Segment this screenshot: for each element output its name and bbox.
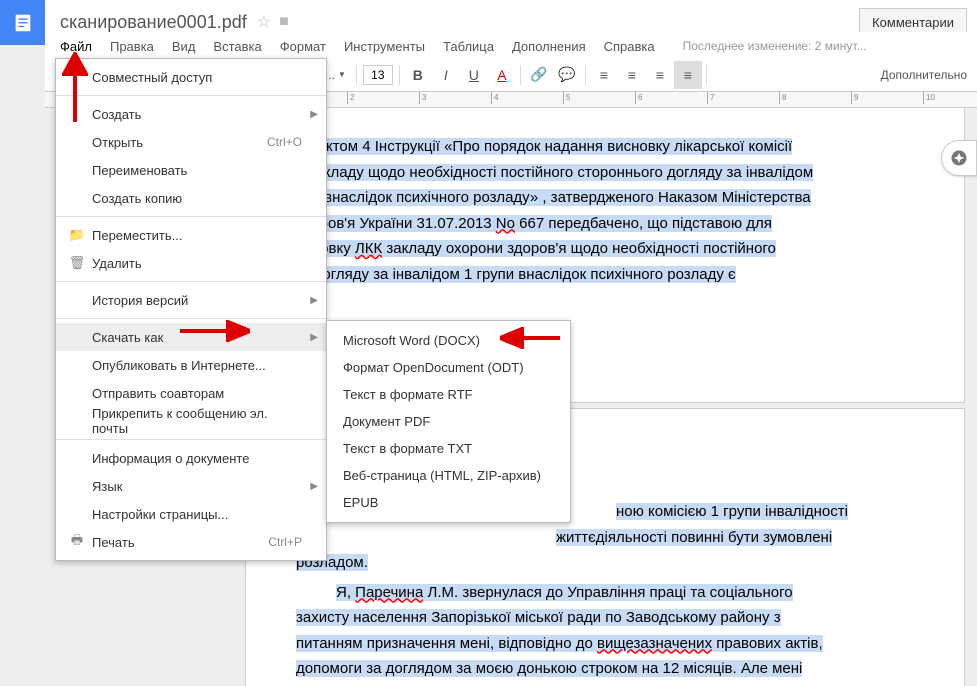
menu-edit[interactable]: Правка — [110, 39, 154, 54]
download-rtf[interactable]: Текст в формате RTF — [327, 381, 570, 408]
text[interactable]: закладу охорони здоров'я щодо необхіднос… — [382, 240, 776, 257]
text-color-icon[interactable]: A — [488, 61, 516, 89]
text[interactable]: Паречина — [355, 584, 423, 601]
annotation-arrow-download — [180, 320, 250, 342]
menu-email-collab[interactable]: Отправить соавторам — [56, 379, 326, 407]
explore-button[interactable] — [941, 140, 977, 176]
folder-icon[interactable]: ■ — [279, 13, 289, 31]
text[interactable]: питанням призначення мені, відповідно до — [296, 635, 597, 652]
bold-icon[interactable]: B — [404, 61, 432, 89]
italic-icon[interactable]: I — [432, 61, 460, 89]
toolbar-more[interactable]: Дополнительно — [881, 68, 967, 82]
menu-view[interactable]: Вид — [172, 39, 196, 54]
underline-icon[interactable]: U — [460, 61, 488, 89]
text[interactable]: No — [496, 215, 515, 232]
menu-table[interactable]: Таблица — [443, 39, 494, 54]
menu-help[interactable]: Справка — [604, 39, 655, 54]
link-icon[interactable]: 🔗 — [525, 61, 553, 89]
menu-open[interactable]: ОткрытьCtrl+O — [56, 128, 326, 156]
text[interactable]: Л.М. звернулася до Управління праці та с… — [423, 584, 792, 601]
align-justify-icon[interactable]: ≡ — [674, 61, 702, 89]
annotation-arrow-docx — [500, 327, 560, 349]
text[interactable]: Я, — [336, 584, 355, 601]
font-size-input[interactable] — [363, 65, 393, 85]
menu-version-history[interactable]: История версий▶ — [56, 286, 326, 314]
download-submenu: Microsoft Word (DOCX) Формат OpenDocumen… — [326, 320, 571, 523]
text[interactable]: ктом 4 Інструкції «Про порядок надання в… — [326, 138, 792, 155]
folder-icon: 📁 — [66, 227, 88, 243]
menu-page-setup[interactable]: Настройки страницы... — [56, 500, 326, 528]
trash-icon: 🗑 — [66, 255, 88, 271]
text[interactable]: вищезазначених — [597, 635, 712, 652]
app-icon[interactable] — [0, 0, 45, 45]
text[interactable]: життєдіяльності повинні бути зумовлені — [556, 529, 832, 546]
text[interactable]: допомоги за доглядом за моєю донькою стр… — [296, 660, 802, 677]
text[interactable]: о закладу щодо необхідності постійного с… — [296, 164, 813, 181]
star-icon[interactable]: ☆ — [257, 12, 271, 32]
download-pdf[interactable]: Документ PDF — [327, 408, 570, 435]
file-menu: Совместный доступ Создать▶ ОткрытьCtrl+O… — [55, 58, 327, 561]
menu-move[interactable]: 📁Переместить... — [56, 221, 326, 249]
menu-delete[interactable]: 🗑Удалить — [56, 249, 326, 277]
last-edit-label[interactable]: Последнее изменение: 2 минут... — [683, 39, 867, 53]
text[interactable]: захисту населення Запорізької міської ра… — [296, 609, 781, 626]
menu-insert[interactable]: Вставка — [213, 39, 261, 54]
text[interactable]: 667 передбачено, що підставою для — [515, 215, 772, 232]
menu-print[interactable]: 🖶ПечатьCtrl+P — [56, 528, 326, 556]
align-center-icon[interactable]: ≡ — [618, 61, 646, 89]
menu-language[interactable]: Язык▶ — [56, 472, 326, 500]
text[interactable]: го догляду за інвалідом 1 групи внаслідо… — [296, 266, 736, 283]
menu-new[interactable]: Создать▶ — [56, 100, 326, 128]
download-epub[interactable]: EPUB — [327, 489, 570, 516]
download-odt[interactable]: Формат OpenDocument (ODT) — [327, 354, 570, 381]
menu-email-attach[interactable]: Прикрепить к сообщению эл. почты — [56, 407, 326, 435]
download-txt[interactable]: Текст в формате TXT — [327, 435, 570, 462]
menu-share[interactable]: Совместный доступ — [56, 63, 326, 91]
doc-title[interactable]: сканирование0001.pdf — [60, 12, 247, 33]
align-left-icon[interactable]: ≡ — [590, 61, 618, 89]
align-right-icon[interactable]: ≡ — [646, 61, 674, 89]
print-icon: 🖶 — [66, 531, 88, 553]
text[interactable]: ЛКК — [355, 240, 382, 257]
menu-doc-info[interactable]: Информация о документе — [56, 444, 326, 472]
menu-make-copy[interactable]: Создать копию — [56, 184, 326, 212]
download-html[interactable]: Веб-страница (HTML, ZIP-архив) — [327, 462, 570, 489]
menu-format[interactable]: Формат — [280, 39, 326, 54]
menubar: Файл Правка Вид Вставка Формат Инструмен… — [45, 32, 977, 60]
text[interactable]: правових актів, — [712, 635, 823, 652]
comment-icon[interactable]: 💬 — [553, 61, 581, 89]
menu-publish[interactable]: Опубликовать в Интернете... — [56, 351, 326, 379]
text[interactable]: упи внаслідок психічного розладу» , затв… — [296, 189, 811, 206]
menu-rename[interactable]: Переименовать — [56, 156, 326, 184]
menu-tools[interactable]: Инструменты — [344, 39, 425, 54]
annotation-arrow-file — [62, 52, 88, 122]
menu-addons[interactable]: Дополнения — [512, 39, 586, 54]
text[interactable]: ною комісією 1 групи інвалідності — [616, 503, 848, 520]
